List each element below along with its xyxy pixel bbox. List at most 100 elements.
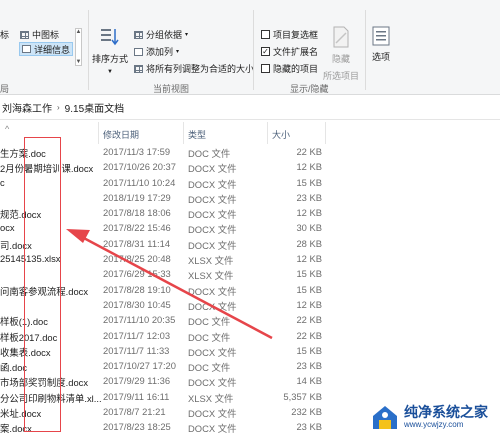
file-type: DOCX 文件 <box>188 209 237 221</box>
file-date: 2017/11/3 17:59 <box>103 146 171 157</box>
file-row[interactable]: 2017/6/29 15:33 XLSX 文件 15 KB <box>0 266 500 281</box>
file-date: 2017/8/28 19:10 <box>103 283 171 295</box>
file-size: 12 KB <box>296 207 322 219</box>
ribbon-divider <box>88 10 89 90</box>
file-size: 15 KB <box>296 268 322 280</box>
file-row[interactable]: 2月份暑期培训课.docx 2017/10/26 20:37 DOCX 文件 12 K… <box>0 159 500 174</box>
column-divider[interactable] <box>267 122 268 144</box>
file-date: 2018/1/19 17:29 <box>103 191 171 203</box>
file-date: 2017/11/7 11:33 <box>103 344 170 356</box>
file-type: DOCX 文件 <box>188 408 237 420</box>
file-row[interactable]: 司.docx 2017/8/31 11:14 DOCX 文件 28 KB <box>0 236 500 251</box>
file-date: 2017/8/23 18:25 <box>103 421 171 433</box>
breadcrumb-item[interactable]: 刘海森工作 <box>2 100 52 115</box>
hide-selected-icon <box>333 26 349 48</box>
file-row[interactable]: 样板2017.doc 2017/11/7 12:03 DOC 文件 22 KB <box>0 328 500 343</box>
highlight-box <box>24 137 61 432</box>
column-divider[interactable] <box>325 122 326 144</box>
watermark-logo: 纯净系统之家 www.ycwjzy.com <box>370 400 498 434</box>
file-type: DOC 文件 <box>188 316 231 328</box>
file-date: 2017/10/26 20:37 <box>103 161 176 173</box>
file-type: DOCX 文件 <box>188 178 237 190</box>
file-type: DOC 文件 <box>188 362 231 374</box>
file-row[interactable]: c 2017/11/10 10:24 DOCX 文件 15 KB <box>0 175 500 190</box>
file-size: 12 KB <box>296 253 322 265</box>
file-row[interactable]: 问南客参观流程.docx 2017/8/28 19:10 DOCX 文件 15 KB <box>0 282 500 297</box>
file-name: ocx <box>0 222 15 234</box>
add-columns-label: 添加列 <box>146 47 174 57</box>
current-view-group-label: 当前视图 <box>153 84 190 94</box>
item-checkboxes-toggle[interactable]: 项目复选框 <box>261 28 318 41</box>
details-view-option[interactable]: 详细信息 <box>19 42 74 56</box>
file-type: DOCX 文件 <box>188 193 237 205</box>
file-type: DOCX 文件 <box>188 423 237 435</box>
file-extensions-label: 文件扩展名 <box>273 47 319 57</box>
group-by-button[interactable]: 分组依据 ▾ <box>134 28 188 41</box>
file-extensions-toggle[interactable]: ✓ 文件扩展名 <box>261 45 318 58</box>
file-size: 15 KB <box>296 283 322 295</box>
file-date: 2017/11/7 12:03 <box>103 329 171 341</box>
ribbon-divider <box>365 10 366 90</box>
file-size: 23 KB <box>296 191 322 203</box>
file-row[interactable]: 规范.docx 2017/8/18 18:06 DOCX 文件 12 KB <box>0 205 500 220</box>
chevron-down-icon: ▾ <box>185 32 189 38</box>
options-button[interactable]: 选项 <box>372 26 390 63</box>
file-date: 2017/9/11 16:11 <box>103 390 170 402</box>
sort-icon <box>101 29 119 46</box>
column-divider[interactable] <box>183 122 184 144</box>
file-type: DOCX 文件 <box>188 163 237 175</box>
type-column-header[interactable]: 类型 <box>188 128 206 141</box>
hide-selected-label-2: 所选项目 <box>323 71 360 81</box>
file-type: DOC 文件 <box>188 148 231 159</box>
hidden-items-toggle[interactable]: 隐藏的项目 <box>261 62 318 75</box>
house-logo-icon <box>373 406 397 429</box>
sort-by-label: 排序方式 <box>92 54 129 64</box>
file-type: DOCX 文件 <box>188 239 237 251</box>
file-row[interactable]: 样板(1).doc 2017/11/10 20:35 DOC 文件 22 KB <box>0 312 500 327</box>
file-row[interactable]: 2018/1/19 17:29 DOCX 文件 23 KB <box>0 190 500 205</box>
file-size: 22 KB <box>296 329 322 341</box>
file-date: 2017/11/10 20:35 <box>103 314 176 326</box>
hide-selected-button[interactable]: 隐藏 所选项目 <box>323 26 359 82</box>
group-by-label: 分组依据 <box>146 30 183 40</box>
file-size: 12 KB <box>296 298 322 310</box>
file-row[interactable]: 2017/8/30 10:45 DOCX 文件 12 KB <box>0 297 500 312</box>
show-hide-group-label: 显示/隐藏 <box>290 84 329 94</box>
file-size: 30 KB <box>296 222 322 234</box>
date-column-header[interactable]: 修改日期 <box>103 128 139 141</box>
group-by-icon <box>134 30 143 39</box>
file-size: 5,357 KB <box>283 390 322 402</box>
medium-icons-icon <box>20 30 29 39</box>
file-size: 14 KB <box>296 375 322 387</box>
address-bar[interactable]: 刘海森工作 › 9.15桌面文档 <box>0 96 500 120</box>
file-row[interactable]: 函.doc 2017/10/27 17:20 DOC 文件 23 KB <box>0 358 500 373</box>
file-type: DOCX 文件 <box>188 300 237 312</box>
medium-icons-option[interactable]: 中图标 <box>20 28 59 41</box>
sort-by-button[interactable]: 排序方式 ▼ <box>92 26 128 75</box>
hidden-items-label: 隐藏的项目 <box>273 64 319 74</box>
file-date: 2017/8/25 20:48 <box>103 253 171 265</box>
file-row[interactable]: ocx 2017/8/22 15:46 DOCX 文件 30 KB <box>0 220 500 235</box>
column-divider[interactable] <box>98 122 99 144</box>
breadcrumb-item[interactable]: 9.15桌面文档 <box>65 100 124 115</box>
file-row[interactable]: 25145135.xlsx 2017/8/25 20:48 XLSX 文件 12 KB <box>0 251 500 266</box>
chevron-right-icon[interactable]: › <box>57 103 60 112</box>
layout-scroll[interactable]: ▲ ▼ <box>75 28 82 66</box>
file-row[interactable]: 市场部奖罚制度.docx 2017/9/29 11:36 DOCX 文件 14 KB <box>0 373 500 388</box>
file-row[interactable]: 生方案.doc 2017/11/3 17:59 DOC 文件 22 KB <box>0 144 500 159</box>
file-type: DOCX 文件 <box>188 346 237 358</box>
list-view-label: 标 <box>0 30 10 40</box>
file-size: 22 KB <box>296 314 322 326</box>
file-date: 2017/8/18 18:06 <box>103 207 171 219</box>
size-column-header[interactable]: 大小 <box>272 128 290 141</box>
file-date: 2017/8/7 21:21 <box>103 406 166 418</box>
file-row[interactable]: 收集表.docx 2017/11/7 11:33 DOCX 文件 15 KB <box>0 343 500 358</box>
size-columns-icon <box>134 64 143 73</box>
file-date: 2017/8/22 15:46 <box>103 222 171 234</box>
list-view-option[interactable]: 标 <box>0 28 9 41</box>
size-all-columns-button[interactable]: 将所有列调整为合适的大小 <box>134 62 254 75</box>
checkbox-icon <box>261 30 270 39</box>
checkmark-icon: ✓ <box>261 47 270 56</box>
add-columns-button[interactable]: 添加列 ▾ <box>134 45 179 58</box>
scroll-up-icon: ▲ <box>75 29 82 35</box>
